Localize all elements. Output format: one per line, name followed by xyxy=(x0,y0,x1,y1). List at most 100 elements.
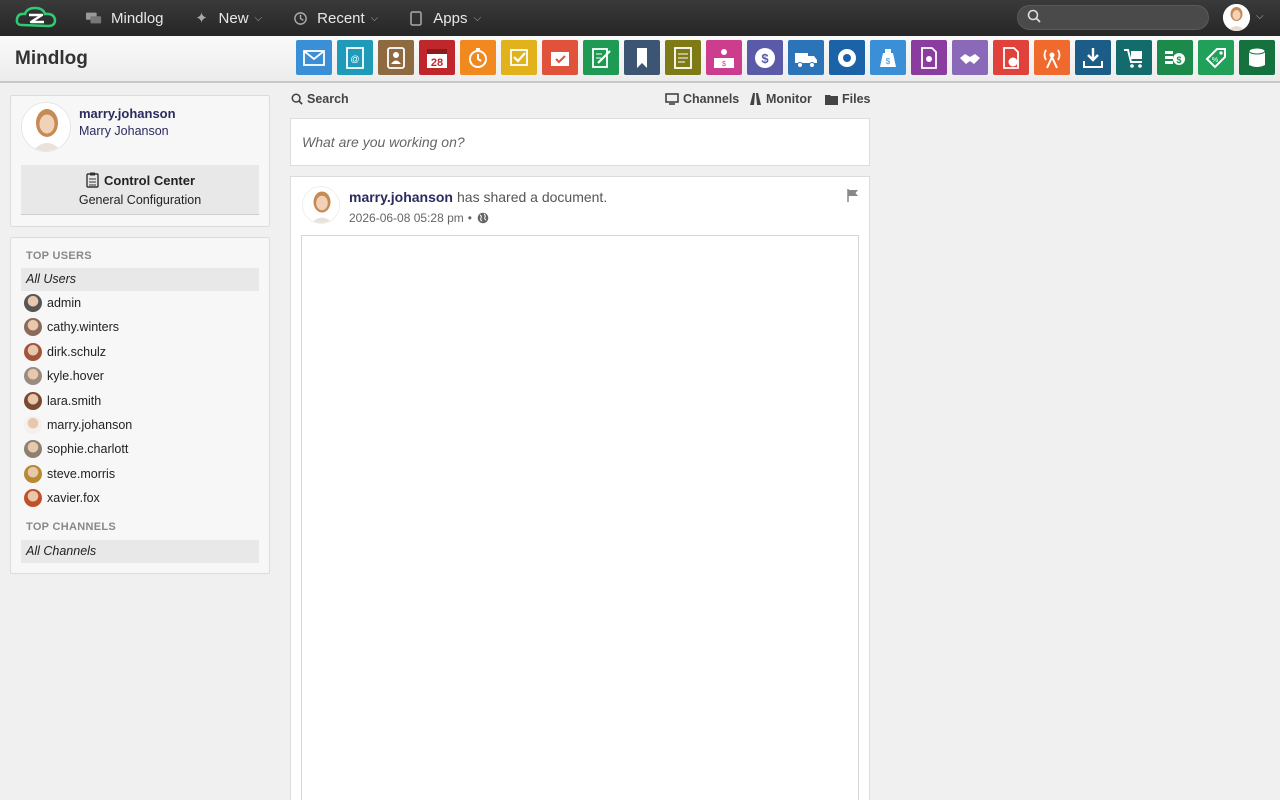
user-item-sophie-charlott[interactable]: sophie.charlott xyxy=(24,439,128,459)
address-app-icon[interactable]: @ xyxy=(337,40,373,75)
bookmarks-app-icon[interactable] xyxy=(624,40,660,75)
tab-search[interactable]: Search xyxy=(291,92,349,106)
tab-files[interactable]: Files xyxy=(825,92,871,106)
user-item-kyle-hover[interactable]: kyle.hover xyxy=(24,366,104,386)
user-name: lara.smith xyxy=(47,393,102,408)
nav-recent[interactable]: Recent ⌵ xyxy=(292,10,378,27)
page-title: Mindlog xyxy=(15,48,88,69)
chevron-down-icon: ⌵ xyxy=(473,12,482,24)
contacts-app-icon[interactable] xyxy=(378,40,414,75)
downloads-app-icon[interactable] xyxy=(1075,40,1111,75)
post-timestamp[interactable]: 2026-06-08 05:28 pm xyxy=(349,211,464,225)
user-item-cathy-winters[interactable]: cathy.winters xyxy=(24,317,119,337)
nav-new[interactable]: ✦ New ⌵ xyxy=(194,9,263,28)
user-item-xavier-fox[interactable]: xavier.fox xyxy=(24,488,100,508)
pricing-app-icon[interactable]: % xyxy=(1198,40,1234,75)
post-header: marry.johanson has shared a document. xyxy=(349,189,607,205)
contracts-app-icon[interactable] xyxy=(911,40,947,75)
avatar xyxy=(24,367,42,386)
svg-text:$: $ xyxy=(886,57,891,66)
sparkle-icon: ✦ xyxy=(195,10,208,27)
globe-icon xyxy=(477,212,489,224)
app-launcher: @28 $ $ $ $% xyxy=(296,40,1280,75)
tablet-icon xyxy=(408,10,424,26)
avatar[interactable] xyxy=(302,186,340,224)
billing-app-icon[interactable]: $ xyxy=(1157,40,1193,75)
nav-apps[interactable]: Apps ⌵ xyxy=(408,10,481,27)
avatar xyxy=(24,391,42,410)
compose-input[interactable] xyxy=(302,134,858,150)
finance-app-icon[interactable]: $ xyxy=(747,40,783,75)
svg-text:$: $ xyxy=(722,61,726,68)
profile-fullname[interactable]: Marry Johanson xyxy=(79,124,169,138)
control-center-button[interactable]: Control Center General Configuration xyxy=(21,165,259,215)
user-name: steve.morris xyxy=(47,466,116,481)
avatar xyxy=(24,489,42,508)
partners-app-icon[interactable] xyxy=(952,40,988,75)
tab-search-label: Search xyxy=(307,92,349,106)
logo-icon[interactable] xyxy=(14,5,58,31)
avatar xyxy=(24,416,42,434)
user-item-lara-smith[interactable]: lara.smith xyxy=(24,391,101,411)
app-toolbar: Mindlog @28 $ $ $ $% xyxy=(0,36,1280,83)
clipboard-icon xyxy=(85,172,99,188)
user-name: admin xyxy=(47,296,82,310)
global-search[interactable] xyxy=(1017,5,1209,30)
forms-app-icon[interactable] xyxy=(993,40,1029,75)
road-icon xyxy=(749,93,762,105)
document-preview[interactable] xyxy=(301,235,859,800)
compose-box[interactable] xyxy=(290,118,870,166)
user-item-steve-morris[interactable]: steve.morris xyxy=(24,464,115,484)
tab-channels-label: Channels xyxy=(683,92,740,106)
all-users-item[interactable]: All Users xyxy=(21,268,259,291)
post-action: has shared a document. xyxy=(457,189,608,205)
support-app-icon[interactable] xyxy=(829,40,865,75)
user-item-marry-johanson[interactable]: marry.johanson xyxy=(24,415,132,435)
avatar xyxy=(24,294,42,312)
user-name: cathy.winters xyxy=(47,320,120,335)
tab-monitor[interactable]: Monitor xyxy=(749,92,812,106)
meta-separator: • xyxy=(467,211,472,225)
user-item-admin[interactable]: admin xyxy=(24,293,81,313)
cashier-app-icon[interactable]: $ xyxy=(706,40,742,75)
user-avatar[interactable] xyxy=(1223,4,1250,31)
search-icon xyxy=(291,93,303,105)
projects-app-icon[interactable] xyxy=(542,40,578,75)
documents-app-icon[interactable] xyxy=(665,40,701,75)
timer-app-icon[interactable] xyxy=(460,40,496,75)
user-name: kyle.hover xyxy=(47,369,104,384)
user-name: dirk.schulz xyxy=(47,344,107,359)
control-center-title: Control Center xyxy=(104,172,195,188)
nav-mindlog-label: Mindlog xyxy=(111,9,164,27)
chevron-down-icon[interactable]: ⌵ xyxy=(1256,11,1264,22)
broadcast-app-icon[interactable] xyxy=(1034,40,1070,75)
budget-app-icon[interactable]: $ xyxy=(870,40,906,75)
nav-new-label: New xyxy=(218,9,249,27)
chat-icon xyxy=(86,10,102,26)
flag-icon[interactable] xyxy=(847,189,859,205)
profile-card: marry.johanson Marry Johanson Control Ce… xyxy=(10,95,270,227)
profile-username[interactable]: marry.johanson xyxy=(79,106,176,121)
shipping-app-icon[interactable] xyxy=(788,40,824,75)
avatar[interactable] xyxy=(21,102,71,152)
database-app-icon[interactable] xyxy=(1239,40,1275,75)
post-meta: 2026-06-08 05:28 pm • xyxy=(349,211,489,225)
mail-app-icon[interactable] xyxy=(296,40,332,75)
feed-tabs: Search Channels Monitor Files xyxy=(291,92,871,110)
shop-app-icon[interactable] xyxy=(1116,40,1152,75)
notes-app-icon[interactable] xyxy=(583,40,619,75)
feed-post: marry.johanson has shared a document. 202… xyxy=(290,176,870,800)
nav-mindlog[interactable]: Mindlog xyxy=(86,10,164,27)
search-input[interactable] xyxy=(1047,10,1197,25)
all-channels-item[interactable]: All Channels xyxy=(21,540,259,563)
tasks-app-icon[interactable] xyxy=(501,40,537,75)
tab-channels[interactable]: Channels xyxy=(665,92,739,106)
chevron-down-icon: ⌵ xyxy=(254,12,263,24)
user-item-dirk-schulz[interactable]: dirk.schulz xyxy=(24,342,106,362)
user-name: sophie.charlott xyxy=(47,442,129,457)
channels-icon xyxy=(665,93,679,105)
post-author[interactable]: marry.johanson xyxy=(349,189,453,205)
calendar-app-icon[interactable]: 28 xyxy=(419,40,455,75)
svg-text:%: % xyxy=(1212,57,1218,64)
svg-text:@: @ xyxy=(350,54,359,64)
